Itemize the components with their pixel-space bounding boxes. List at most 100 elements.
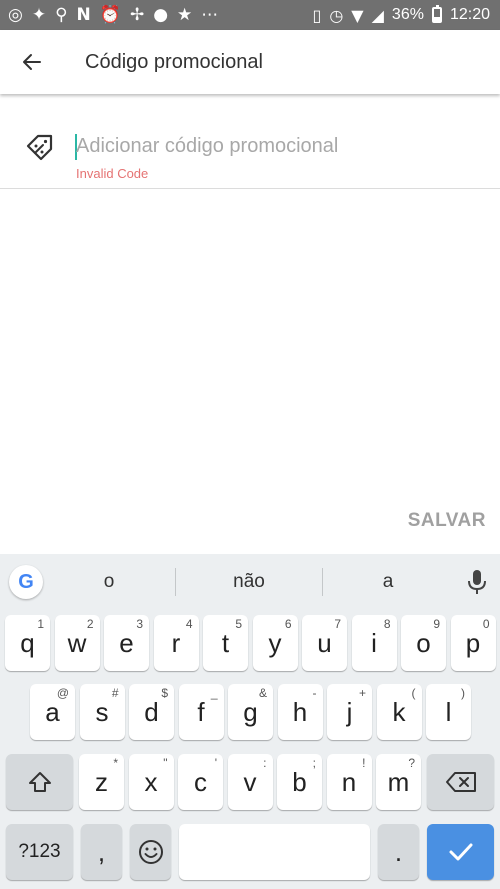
key-secondary-label: & (258, 686, 267, 700)
key-secondary-label: ( (411, 686, 416, 700)
backspace-key[interactable] (427, 754, 494, 810)
key-o[interactable]: o9 (401, 615, 446, 671)
key-a[interactable]: a @ (30, 684, 75, 740)
key-secondary-label: $ (161, 686, 168, 700)
arrow-back-icon (23, 54, 41, 70)
key-label: l (445, 696, 452, 727)
key-s[interactable]: s # (79, 684, 125, 740)
key-i[interactable]: i8 (351, 615, 397, 671)
key-j[interactable]: j + (327, 684, 372, 740)
key-secondary-label: 0 (482, 617, 490, 631)
suggestion-3[interactable]: a (330, 554, 446, 610)
key-l[interactable]: l) (426, 684, 471, 740)
key-label: g (243, 696, 258, 727)
key-d[interactable]: d $ (129, 684, 174, 740)
alarm-status-icon: ◷ (329, 5, 344, 25)
key-c[interactable]: c ' (178, 754, 223, 810)
key-secondary-label: 5 (235, 617, 242, 631)
key-z[interactable]: z * (79, 754, 124, 810)
vibrate-icon: ▯ (312, 5, 322, 25)
checkmark-icon (449, 843, 472, 861)
key-secondary-label: ' (214, 756, 217, 770)
google-icon[interactable]: G (9, 565, 43, 599)
key-y[interactable]: y6 (252, 615, 298, 671)
shift-icon (28, 772, 51, 792)
battery-percent: 36% (391, 6, 424, 23)
key-label: q (20, 627, 35, 658)
key-x[interactable]: x " (128, 754, 174, 810)
key-r[interactable]: r4 (153, 615, 199, 671)
key-secondary-label: 1 (37, 617, 44, 631)
key-secondary-label: : (263, 756, 267, 770)
key-secondary-label: + (358, 686, 366, 700)
suggestion-1[interactable]: o (50, 554, 168, 610)
key-label: y (268, 627, 282, 658)
key-f[interactable]: f _ (178, 684, 224, 740)
space-key[interactable] (179, 824, 370, 880)
key-g[interactable]: g & (228, 684, 273, 740)
key-label: s (95, 696, 109, 727)
star-icon: ★ (177, 5, 193, 25)
key-label: r (171, 627, 181, 658)
key-w[interactable]: w2 (54, 615, 100, 671)
symbols-key[interactable]: ?123 (6, 824, 73, 880)
promo-code-input[interactable] (76, 128, 476, 164)
key-label: k (392, 696, 406, 727)
key-secondary-label: @ (56, 686, 69, 700)
microphone-icon[interactable] (466, 569, 488, 595)
key-label: u (317, 627, 332, 658)
period-key[interactable]: . (378, 824, 419, 880)
key-secondary-label: 4 (185, 617, 193, 631)
key-secondary-label: " (163, 756, 168, 770)
key-q[interactable]: q1 (5, 615, 50, 671)
suggestion-divider (322, 568, 323, 596)
discount-tag-icon (26, 134, 53, 161)
key-secondary-label: ) (461, 686, 465, 700)
key-p[interactable]: p0 (450, 615, 496, 671)
suggestion-2[interactable]: não (182, 554, 316, 610)
key-label: c (194, 766, 207, 797)
key-e[interactable]: e3 (104, 615, 149, 671)
system-status: ▯ ◷ ▼ ◢ 36% 12:20 (313, 0, 490, 30)
clock: 12:20 (449, 6, 490, 23)
key-label: o (416, 627, 431, 658)
key-b[interactable]: b; (277, 754, 322, 810)
comma-key[interactable]: , (81, 824, 122, 880)
error-message: Invalid Code (76, 166, 149, 181)
key-k[interactable]: k( (376, 684, 422, 740)
key-secondary-label: * (113, 756, 118, 770)
key-label: n (341, 766, 357, 797)
key-label: a (45, 696, 60, 727)
key-secondary-label: 9 (433, 617, 440, 631)
key-n[interactable]: n! (326, 754, 372, 810)
key-label: i (371, 627, 377, 658)
key-secondary-label: ? (408, 756, 415, 770)
key-secondary-label: # (111, 686, 119, 700)
alarm-icon: ⏰ (99, 5, 121, 25)
key-t[interactable]: t5 (203, 615, 248, 671)
app-bar: Código promocional (0, 30, 500, 94)
key-v[interactable]: v: (227, 754, 273, 810)
save-button[interactable]: SALVAR (408, 510, 486, 532)
key-m[interactable]: m? (376, 754, 421, 810)
back-button[interactable] (14, 44, 50, 80)
key-secondary-label: 8 (383, 617, 391, 631)
wifi-icon: ▼ (351, 5, 364, 25)
key-label: e (119, 627, 134, 658)
key-h[interactable]: h- (277, 684, 323, 740)
shift-key[interactable] (6, 754, 73, 810)
key-label: x (144, 766, 158, 797)
key-label: b (292, 766, 307, 797)
suggestion-divider (175, 568, 176, 596)
notification-icons: ◎ ✦ ⚲ N ⏰ ✢ ● ★ ⋯ (8, 0, 218, 30)
done-key[interactable] (427, 824, 494, 880)
key-u[interactable]: u7 (302, 615, 347, 671)
key-secondary-label: 3 (136, 617, 143, 631)
key-label: f (197, 696, 205, 727)
emoji-key[interactable] (130, 824, 171, 880)
key-label: t (221, 627, 230, 658)
key-secondary-label: ! (362, 756, 366, 770)
key-label: p (465, 627, 481, 658)
fish-icon: ✦ (31, 5, 47, 25)
key-secondary-label: 2 (86, 617, 94, 631)
